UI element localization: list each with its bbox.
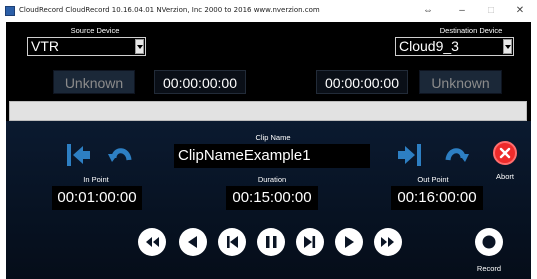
pause-icon xyxy=(266,236,277,248)
mark-in-icon[interactable] xyxy=(63,140,93,170)
in-point-field[interactable]: 00:01:00:00 xyxy=(52,186,142,210)
out-point-label: Out Point xyxy=(417,175,449,184)
clip-name-label: Clip Name xyxy=(255,133,291,142)
source-status: Unknown xyxy=(53,70,135,94)
progress-bar xyxy=(9,101,527,121)
destination-status: Unknown xyxy=(419,70,502,94)
goto-out-icon[interactable] xyxy=(441,140,471,170)
clip-name-input[interactable]: ClipNameExample1 xyxy=(174,144,370,168)
source-device-select[interactable]: VTR xyxy=(27,37,146,56)
goto-in-icon[interactable] xyxy=(106,140,136,170)
out-point-field[interactable]: 00:16:00:00 xyxy=(391,186,483,210)
record-button[interactable] xyxy=(475,228,503,256)
rewind-button[interactable] xyxy=(179,228,207,256)
mark-out-icon[interactable] xyxy=(395,140,425,170)
play-icon xyxy=(345,236,354,248)
source-device-label: Source Device xyxy=(70,26,120,35)
fast-rewind-icon xyxy=(146,237,159,247)
resize-icon: ⇔ xyxy=(423,5,433,16)
app-icon xyxy=(5,6,15,16)
chevron-down-icon[interactable] xyxy=(503,39,512,54)
duration-field[interactable]: 00:15:00:00 xyxy=(226,186,318,210)
destination-device-value: Cloud9_3 xyxy=(399,38,459,54)
skip-back-button[interactable] xyxy=(218,228,246,256)
pause-button[interactable] xyxy=(257,228,285,256)
rewind-icon xyxy=(188,236,197,248)
destination-device-select[interactable]: Cloud9_3 xyxy=(395,37,514,56)
maximize-button[interactable]: □ xyxy=(477,2,505,20)
record-label: Record xyxy=(476,264,502,273)
window-title: CloudRecord CloudRecord 10.16.04.01 NVer… xyxy=(19,6,320,14)
fast-forward-button[interactable] xyxy=(374,228,402,256)
close-icon xyxy=(499,147,511,159)
abort-label: Abort xyxy=(496,172,514,181)
destination-device-label: Destination Device xyxy=(439,26,503,35)
record-icon xyxy=(482,235,496,249)
in-point-label: In Point xyxy=(83,175,109,184)
chevron-down-icon[interactable] xyxy=(135,39,144,54)
play-button[interactable] xyxy=(335,228,363,256)
title-bar: CloudRecord CloudRecord 10.16.04.01 NVer… xyxy=(0,0,537,22)
source-timecode: 00:00:00:00 xyxy=(154,70,246,94)
skip-back-icon xyxy=(227,236,238,248)
fast-rewind-button[interactable] xyxy=(138,228,166,256)
destination-timecode: 00:00:00:00 xyxy=(316,70,408,94)
fast-forward-icon xyxy=(381,237,394,247)
skip-forward-icon xyxy=(304,236,316,248)
duration-label: Duration xyxy=(257,175,287,184)
source-device-value: VTR xyxy=(31,38,59,54)
skip-forward-button[interactable] xyxy=(296,228,324,256)
app-body: Source Device VTR Destination Device Clo… xyxy=(6,22,531,279)
abort-button[interactable] xyxy=(493,141,517,165)
minimize-button[interactable]: – xyxy=(448,2,476,20)
close-window-button[interactable]: ✕ xyxy=(506,2,534,20)
